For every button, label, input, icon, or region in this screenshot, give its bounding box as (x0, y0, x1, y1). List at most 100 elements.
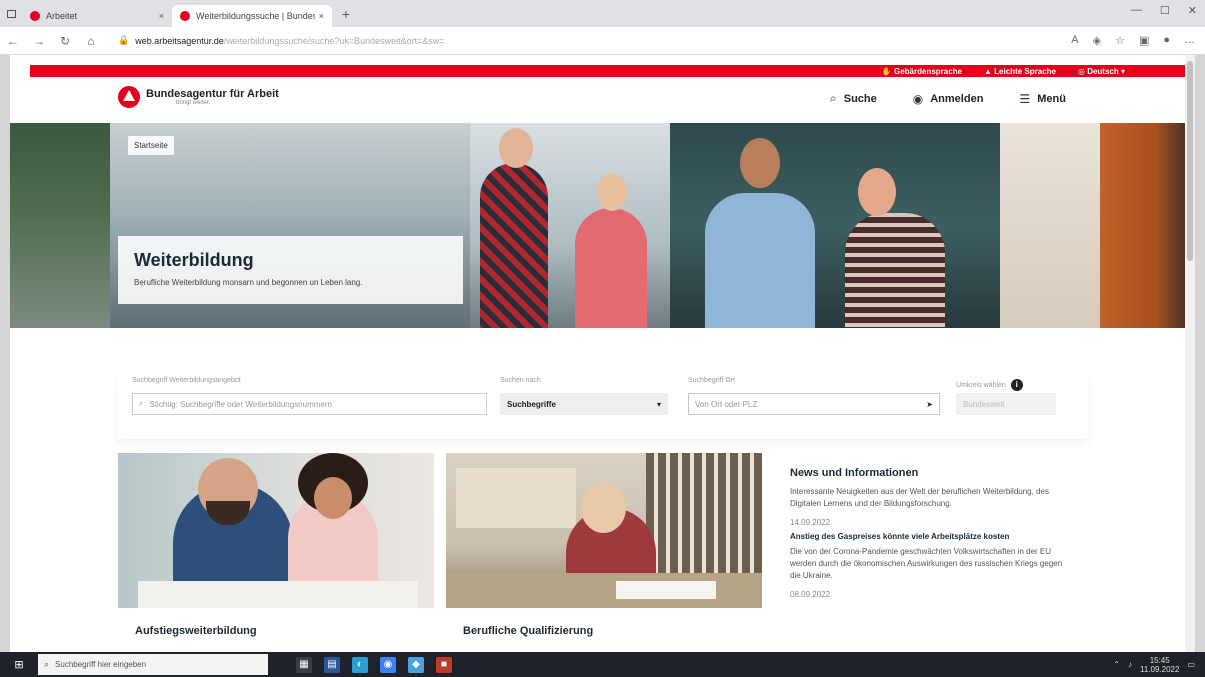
browser-tab-bar: Arbeitet × Weiterbildungssuche | Bundesa… (0, 0, 1205, 27)
brand-logo[interactable]: Bundesagentur für Arbeit bringt weiter. (118, 86, 279, 108)
search-icon: ⌕ (830, 91, 837, 105)
lock-icon: 🔒 (118, 35, 130, 45)
close-tab-icon[interactable]: × (159, 11, 164, 21)
maximize-icon[interactable]: ☐ (1160, 4, 1170, 17)
edge-browser-icon[interactable]: ◐ (352, 656, 368, 673)
taskbar-apps: ▦ ▤ ◐ ◉ ◆ ■ (296, 656, 452, 673)
chevron-down-icon: ▾ (656, 399, 661, 409)
card-title: Berufliche Qualifizierung (463, 625, 594, 637)
hero-person-head (740, 138, 780, 188)
file-explorer-icon[interactable]: ▤ (324, 656, 340, 673)
more-icon[interactable]: … (1184, 34, 1195, 47)
url-path: /weiterbildungssuche/suche?uk=Bundesweit… (223, 35, 445, 46)
news-headline-link[interactable]: Anstieg des Gaspreises könnte viele Arbe… (790, 532, 1075, 541)
ba-favicon-icon (180, 11, 190, 21)
news-heading: News und Informationen (790, 467, 919, 479)
task-view-icon[interactable]: ▦ (296, 656, 312, 673)
sign-language-link[interactable]: ✋ Gebärdensprache (882, 67, 962, 76)
home-icon[interactable]: ⌂ (78, 34, 104, 48)
app-icon[interactable]: ■ (436, 656, 452, 673)
site-header: Bundesagentur für Arbeit bringt weiter. … (10, 77, 1185, 123)
system-tray: ⌃ ♪ 15:45 11.09.2022 ▭ (1113, 656, 1205, 674)
news-date: 08.09.2022 (790, 590, 831, 599)
hero-person (575, 208, 647, 328)
keyword-input[interactable]: ⌕ Stichtig: Suchbegriffe oder Weiterbild… (132, 393, 487, 415)
utility-bar: ✋ Gebärdensprache ▲ Leichte Sprache ◎ De… (30, 65, 1195, 77)
location-label: Suchbegriff Ort (688, 377, 735, 384)
search-button[interactable]: ⌕ Suche (830, 91, 877, 106)
hamburger-icon: ☰ (1019, 91, 1031, 106)
search-in-label: Suchen nach (500, 377, 541, 384)
outlook-icon[interactable]: ◉ (380, 656, 396, 673)
profile-icon[interactable]: ● (1163, 34, 1170, 47)
url-host: web.arbeitsagentur.de (135, 35, 224, 46)
reload-icon[interactable]: ↻ (52, 34, 78, 48)
login-button[interactable]: ◉ Anmelden (913, 91, 984, 106)
card-berufliche-qualifizierung[interactable]: Berufliche Qualifizierung (446, 453, 762, 652)
window-frame-right (1195, 55, 1205, 652)
browser-toolbar: ← → ↻ ⌂ 🔒 web.arbeitsagentur.de /weiterb… (0, 27, 1205, 55)
browser-tab-2[interactable]: Weiterbildungssuche | Bundesa × (172, 5, 332, 27)
keyword-label: Suchbegriff Weiterbildungsangebot (132, 377, 241, 384)
menu-button[interactable]: ☰ Menü (1019, 91, 1066, 106)
keyword-field: Suchbegriff Weiterbildungsangebot ⌕ Stic… (132, 377, 487, 415)
new-tab-button[interactable]: + (336, 6, 356, 22)
hero-person-head (499, 128, 533, 168)
collections-icon[interactable]: ▣ (1139, 34, 1149, 47)
notifications-icon[interactable]: ▭ (1187, 660, 1195, 669)
brand-claim: bringt weiter. (176, 100, 211, 106)
toolbar-actions: A ◈ ☆ ▣ ● … (1071, 34, 1205, 47)
windows-taskbar: ⊞ ⌕ Suchbegriff hier eingeben ▦ ▤ ◐ ◉ ◆ … (0, 652, 1205, 677)
minimize-icon[interactable]: — (1131, 4, 1142, 17)
news-date: 14.09.2022 (790, 518, 831, 527)
card-aufstiegsweiterbildung[interactable]: Aufstiegsweiterbildung (118, 453, 434, 652)
search-in-select[interactable]: Suchbegriffe ▾ (500, 393, 668, 415)
news-teaser: Die von der Corona-Pandemie geschwächten… (790, 547, 1063, 580)
location-input[interactable]: Von Ort oder PLZ ➤ (688, 393, 940, 415)
breadcrumb[interactable]: Startseite (128, 136, 174, 155)
brand-name: Bundesagentur für Arbeit (146, 88, 279, 100)
teams-icon[interactable]: ◆ (408, 656, 424, 673)
radius-label: Umkreis wählen (956, 381, 1006, 389)
card-image (446, 453, 762, 608)
taskbar-clock[interactable]: 15:45 11.09.2022 (1140, 656, 1179, 674)
search-form: Suchbegriff Weiterbildungsangebot ⌕ Stic… (118, 377, 1088, 439)
radius-select[interactable]: Bundesweit (956, 393, 1056, 415)
hero-person (845, 213, 945, 328)
hero-person (705, 193, 815, 328)
address-bar[interactable]: 🔒 web.arbeitsagentur.de /weiterbildungss… (112, 31, 932, 51)
user-icon: ◉ (912, 91, 924, 106)
favorite-icon[interactable]: ☆ (1115, 34, 1125, 47)
news-section: News und Informationen Interessante Neui… (790, 467, 1075, 599)
hero-text-box: Weiterbildung Berufliche Weiterbildung m… (118, 236, 463, 304)
read-aloud-icon[interactable]: A (1071, 34, 1078, 47)
extension-icon[interactable]: ◈ (1093, 34, 1101, 47)
volume-icon[interactable]: ♪ (1128, 660, 1132, 669)
tab-title: Arbeitet (46, 11, 78, 21)
page-subtitle: Berufliche Weiterbildung monsarn und beg… (134, 278, 363, 287)
window-menu-icon[interactable] (0, 0, 22, 27)
info-icon[interactable]: i (1010, 379, 1023, 391)
taskbar-search-input[interactable]: ⌕ Suchbegriff hier eingeben (38, 654, 268, 675)
close-tab-icon[interactable]: × (319, 11, 324, 21)
page-scrollbar[interactable] (1185, 55, 1195, 652)
search-icon: ⌕ (139, 399, 144, 408)
easy-language-link[interactable]: ▲ Leichte Sprache (984, 67, 1056, 76)
language-select[interactable]: ◎ Deutsch ▾ (1078, 67, 1125, 76)
windows-start-icon[interactable]: ⊞ (0, 652, 38, 677)
search-in-field: Suchen nach Suchbegriffe ▾ (500, 377, 668, 415)
ba-favicon-icon (30, 11, 40, 21)
location-field: Suchbegriff Ort Von Ort oder PLZ ➤ (688, 377, 940, 415)
forward-icon[interactable]: → (26, 34, 52, 48)
browser-tab-1[interactable]: Arbeitet × (22, 5, 172, 27)
locate-me-icon[interactable]: ➤ (926, 400, 933, 409)
network-icon[interactable]: ⌃ (1113, 660, 1120, 669)
news-intro: Interessante Neuigkeiten aus der Welt de… (790, 487, 1049, 508)
screen: Arbeitet × Weiterbildungssuche | Bundesa… (0, 0, 1205, 677)
close-window-icon[interactable]: ✕ (1188, 4, 1197, 17)
window-frame-left (0, 55, 10, 652)
back-icon[interactable]: ← (0, 34, 26, 48)
hero-person (480, 163, 548, 328)
card-title: Aufstiegsweiterbildung (135, 625, 257, 637)
radius-field: Umkreis wählen i Bundesweit (956, 377, 1056, 415)
